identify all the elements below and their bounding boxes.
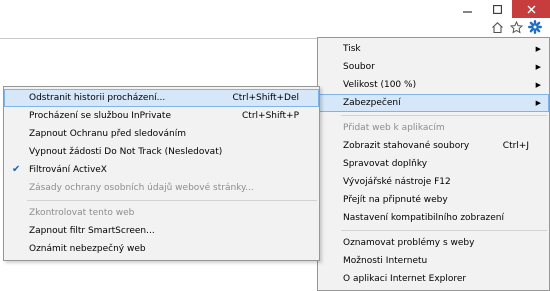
submenu-arrow-icon: ▶ xyxy=(535,99,541,107)
menu-item-nastaveni-kompatibilniho-zobrazeni[interactable]: Nastavení kompatibilního zobrazení xyxy=(318,209,549,227)
menu-item-label: Velikost (100 %) xyxy=(343,80,417,90)
security-item-oznamit-nebezpecny-web[interactable]: Oznámit nebezpečný web xyxy=(4,240,319,258)
menu-item-label: Tisk xyxy=(343,44,361,54)
gear-icon xyxy=(528,20,542,34)
menu-item-label: Zobrazit stahované soubory xyxy=(343,141,470,151)
menu-item-label: Spravovat doplňky xyxy=(343,159,428,169)
menu-item-label: Zabezpečení xyxy=(343,98,401,108)
menu-item-shortcut: Ctrl+Shift+Del xyxy=(232,93,299,103)
browser-toolbar xyxy=(0,0,550,39)
security-submenu: Odstranit historii procházení... Ctrl+Shi… xyxy=(3,86,320,261)
menu-item-label: O aplikaci Internet Explorer xyxy=(343,274,467,284)
maximize-icon xyxy=(492,4,502,14)
submenu-arrow-icon: ▶ xyxy=(535,63,541,71)
security-item-zasady-ochrany-osobnich-udaju-webove-stranky: Zásady ochrany osobních údajů webové str… xyxy=(4,179,319,197)
menu-item-label: Procházení se službou InPrivate xyxy=(29,111,171,121)
menu-item-moznosti-internetu[interactable]: Možnosti Internetu xyxy=(318,252,549,270)
menu-item-tisk[interactable]: Tisk ▶ xyxy=(318,40,549,58)
menu-separator xyxy=(341,230,547,231)
menu-item-zabezpeceni[interactable]: Zabezpečení ▶ xyxy=(318,94,549,112)
menu-item-label: Přejít na připnuté weby xyxy=(343,195,448,205)
menu-item-o-aplikaci-internet-explorer[interactable]: O aplikaci Internet Explorer xyxy=(318,270,549,288)
window-controls xyxy=(452,0,550,18)
toolbar-icons xyxy=(490,20,542,34)
menu-item-label: Vývojářské nástroje F12 xyxy=(343,177,451,187)
favorites-button[interactable] xyxy=(509,20,523,34)
menu-item-label: Soubor xyxy=(343,62,375,72)
menu-item-pridat-web-k-aplikacim: Přidat web k aplikacím xyxy=(318,119,549,137)
menu-item-soubor[interactable]: Soubor ▶ xyxy=(318,58,549,76)
close-button[interactable] xyxy=(512,0,550,18)
menu-item-vyvojarske-nastroje-f12[interactable]: Vývojářské nástroje F12 xyxy=(318,173,549,191)
menu-item-label: Oznamovat problémy s weby xyxy=(343,238,475,248)
menu-item-spravovat-doplnky[interactable]: Spravovat doplňky xyxy=(318,155,549,173)
tools-menu: Tisk ▶ Soubor ▶ Velikost (100 %) ▶ Zabezpečení… xyxy=(317,37,550,291)
menu-item-label: Zkontrolovat tento web xyxy=(29,208,135,218)
close-icon xyxy=(527,5,535,13)
menu-item-label: Možnosti Internetu xyxy=(343,256,428,266)
menu-item-label: Filtrování ActiveX xyxy=(29,165,107,175)
menu-item-label: Vypnout žádosti Do Not Track (Nesledovat… xyxy=(29,147,223,157)
menu-item-label: Nastavení kompatibilního zobrazení xyxy=(343,213,504,223)
menu-separator xyxy=(27,200,317,201)
security-item-prochazeni-se-sluzbou-inprivate[interactable]: Procházení se službou InPrivate Ctrl+Shif… xyxy=(4,107,319,125)
menu-item-zobrazit-stahovane-soubory[interactable]: Zobrazit stahované soubory Ctrl+J xyxy=(318,137,549,155)
minimize-icon xyxy=(462,10,472,13)
security-item-zapnout-filtr-smartscreen[interactable]: Zapnout filtr SmartScreen... xyxy=(4,222,319,240)
home-button[interactable] xyxy=(490,20,504,34)
menu-item-velikost-100[interactable]: Velikost (100 %) ▶ xyxy=(318,76,549,94)
security-item-odstranit-historii-prochazeni[interactable]: Odstranit historii procházení... Ctrl+Shi… xyxy=(4,89,319,107)
security-item-filtrovani-activex[interactable]: ✔ Filtrování ActiveX xyxy=(4,161,319,179)
menu-item-oznamovat-problemy-s-weby[interactable]: Oznamovat problémy s weby xyxy=(318,234,549,252)
maximize-button[interactable] xyxy=(482,0,512,18)
home-icon xyxy=(491,21,503,33)
menu-item-label: Zapnout Ochranu před sledováním xyxy=(29,129,187,139)
menu-item-label: Zapnout filtr SmartScreen... xyxy=(29,226,155,236)
submenu-arrow-icon: ▶ xyxy=(535,45,541,53)
menu-item-label: Přidat web k aplikacím xyxy=(343,123,445,133)
checkmark-icon: ✔ xyxy=(12,164,21,175)
menu-item-label: Zásady ochrany osobních údajů webové str… xyxy=(29,183,254,193)
security-item-zapnout-ochranu-pred-sledovanim[interactable]: Zapnout Ochranu před sledováním xyxy=(4,125,319,143)
minimize-button[interactable] xyxy=(452,0,482,18)
tools-button[interactable] xyxy=(528,20,542,34)
security-item-vypnout-zadosti-do-not-track-nesledovat[interactable]: Vypnout žádosti Do Not Track (Nesledovat… xyxy=(4,143,319,161)
menu-item-shortcut: Ctrl+Shift+P xyxy=(242,111,299,121)
menu-separator xyxy=(341,115,547,116)
menu-item-label: Oznámit nebezpečný web xyxy=(29,244,146,254)
star-icon xyxy=(509,20,523,34)
menu-item-prejit-na-pripnute-weby[interactable]: Přejít na připnuté weby xyxy=(318,191,549,209)
menu-item-shortcut: Ctrl+J xyxy=(502,141,529,151)
menu-item-label: Odstranit historii procházení... xyxy=(29,93,166,103)
security-item-zkontrolovat-tento-web: Zkontrolovat tento web xyxy=(4,204,319,222)
submenu-arrow-icon: ▶ xyxy=(535,81,541,89)
